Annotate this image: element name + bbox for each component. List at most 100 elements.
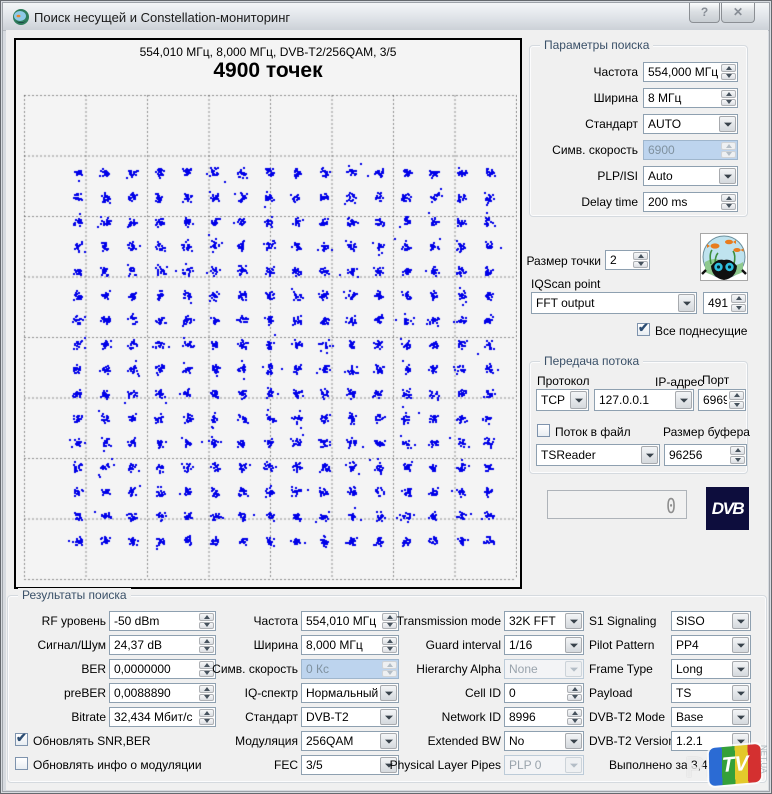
results-caption: Результаты поиска: [18, 588, 131, 602]
constellation-panel: 554,010 МГц, 8,000 МГц, DVB-T2/256QAM, 3…: [14, 38, 522, 589]
spin-down[interactable]: [567, 694, 582, 702]
stream-to-file-checkbox[interactable]: ✔: [537, 424, 550, 437]
t2version-combo[interactable]: 1.2.1: [671, 731, 751, 751]
help-button[interactable]: ?: [689, 3, 720, 23]
dropdown-button[interactable]: [565, 637, 582, 653]
extbw-combo[interactable]: No: [504, 731, 584, 751]
plp-pipes-label: Physical Layer Pipes: [381, 758, 501, 772]
protocol-label: Протокол: [537, 374, 617, 388]
ip-label: IP-адрес: [655, 375, 701, 389]
plp-label: PLP/ISI: [501, 169, 638, 183]
dropdown-button[interactable]: [565, 733, 582, 749]
iqscan-point-spinner: [730, 293, 747, 313]
width-field[interactable]: 8 МГц: [643, 88, 738, 108]
frame-type-combo[interactable]: Long: [671, 659, 751, 679]
all-carriers-label: Все поднесущие: [655, 324, 750, 338]
delay-field[interactable]: 200 ms: [643, 192, 738, 212]
ip-combo[interactable]: 127.0.0.1: [594, 389, 694, 411]
iqscan-point-field[interactable]: 491: [703, 292, 748, 314]
freq-label: Частота: [501, 65, 638, 79]
spin-down[interactable]: [567, 718, 582, 726]
update-snr-checkbox[interactable]: ✔: [15, 733, 28, 746]
iqscan-label: IQScan point: [531, 277, 651, 291]
spin-up[interactable]: [721, 64, 736, 72]
spin-down[interactable]: [731, 304, 746, 313]
spin-up[interactable]: [567, 685, 582, 693]
standard-combo[interactable]: AUTO: [643, 114, 738, 134]
r-freq-label: Частота: [181, 614, 298, 628]
payload-label: Payload: [589, 686, 671, 700]
dropdown-button[interactable]: [678, 294, 695, 312]
r-standard-label: Стандарт: [181, 710, 298, 724]
tmode-label: Transmission mode: [381, 614, 501, 628]
pilot-combo[interactable]: PP4: [671, 635, 751, 655]
cellid-field[interactable]: 0: [504, 683, 584, 703]
tmode-combo[interactable]: 32K FFT: [504, 611, 584, 631]
dropdown-button[interactable]: [565, 613, 582, 629]
spin-up[interactable]: [731, 294, 746, 303]
dot-size-spinner: [632, 251, 649, 269]
stream-caption: Передача потока: [540, 354, 643, 368]
port-field[interactable]: 6969: [698, 389, 746, 411]
dropdown-button[interactable]: [570, 391, 587, 409]
iqscan-combo[interactable]: FFT output: [531, 292, 697, 314]
spin-down[interactable]: [721, 73, 736, 81]
spin-down[interactable]: [721, 99, 736, 107]
cellid-label: Cell ID: [381, 686, 501, 700]
update-mod-checkbox[interactable]: ✔: [15, 757, 28, 770]
spin-down[interactable]: [729, 401, 744, 410]
netid-spinner: [566, 708, 583, 726]
spin-up[interactable]: [729, 391, 744, 400]
dvb-logo: DVB: [706, 487, 749, 530]
freq-field[interactable]: 554,000 МГц: [643, 62, 738, 82]
standard-label: Стандарт: [501, 117, 638, 131]
all-carriers-checkbox[interactable]: ✔: [637, 323, 650, 336]
dot-size-label: Размер точки: [501, 254, 601, 268]
pilot-label: Pilot Pattern: [589, 638, 671, 652]
t2mode-combo[interactable]: Base: [671, 707, 751, 727]
dropdown-button[interactable]: [641, 446, 658, 464]
spin-up[interactable]: [721, 194, 736, 202]
delay-label: Delay time: [501, 195, 638, 209]
snr-label: Сигнал/Шум: [11, 638, 106, 652]
reader-combo[interactable]: TSReader: [536, 444, 660, 466]
stream-to-file-label: Поток в файл: [555, 425, 645, 439]
dropdown-button[interactable]: [675, 391, 692, 409]
spin-up[interactable]: [567, 709, 582, 717]
close-button[interactable]: ✕: [721, 3, 755, 23]
aquarium-icon[interactable]: [700, 233, 748, 281]
spin-up[interactable]: [633, 252, 648, 260]
buffer-label: Размер буфера: [663, 425, 748, 439]
frame-type-label: Frame Type: [589, 662, 671, 676]
dropdown-button[interactable]: [719, 116, 736, 132]
spin-down[interactable]: [633, 261, 648, 269]
netid-label: Network ID: [381, 710, 501, 724]
dropdown-button[interactable]: [719, 168, 736, 184]
hierarchy-combo: None: [504, 659, 584, 679]
dropdown-button[interactable]: [732, 733, 749, 749]
dropdown-button[interactable]: [732, 685, 749, 701]
guard-label: Guard interval: [381, 638, 501, 652]
dropdown-button: [565, 757, 582, 773]
update-snr-label: Обновлять SNR,BER: [33, 734, 193, 748]
preber-label: preBER: [11, 686, 106, 700]
s1-combo[interactable]: SISO: [671, 611, 751, 631]
spin-up[interactable]: [730, 446, 745, 455]
dot-size-field[interactable]: 2: [605, 250, 650, 270]
dropdown-button[interactable]: [732, 613, 749, 629]
spin-down[interactable]: [730, 456, 745, 465]
protocol-combo[interactable]: TCP: [536, 389, 589, 411]
dropdown-button[interactable]: [732, 661, 749, 677]
netid-field[interactable]: 8996: [504, 707, 584, 727]
dropdown-button[interactable]: [732, 637, 749, 653]
progress-digit: 0: [666, 494, 676, 518]
checkmark-icon: ✔: [16, 730, 27, 746]
plp-combo[interactable]: Auto: [643, 166, 738, 186]
payload-combo[interactable]: TS: [671, 683, 751, 703]
buffer-field[interactable]: 96256: [664, 444, 747, 466]
spin-down[interactable]: [721, 203, 736, 211]
spin-up[interactable]: [721, 90, 736, 98]
guard-combo[interactable]: 1/16: [504, 635, 584, 655]
dropdown-button[interactable]: [732, 709, 749, 725]
app-window: Поиск несущей и Constellation-мониторинг…: [0, 0, 772, 794]
